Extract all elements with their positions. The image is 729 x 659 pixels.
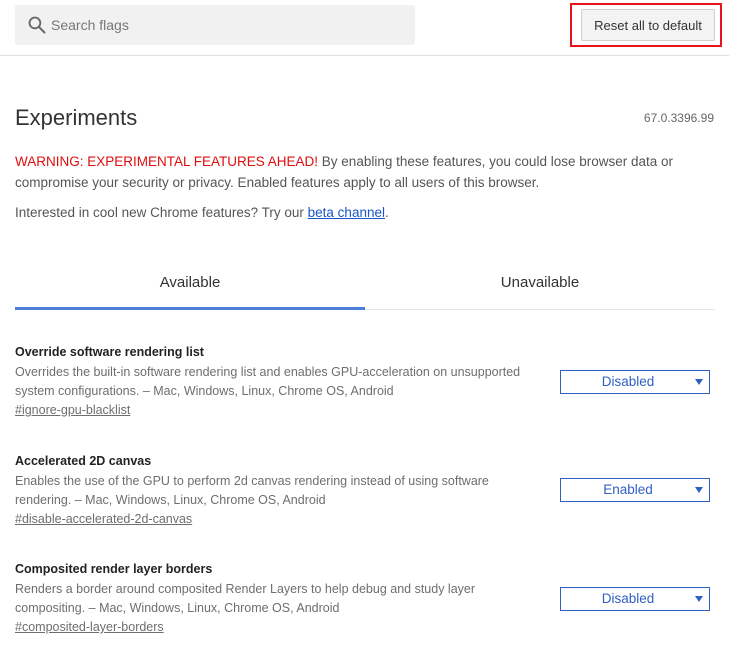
flag-state-value: Disabled xyxy=(601,374,655,389)
reset-all-button[interactable]: Reset all to default xyxy=(581,9,715,41)
flag-permalink[interactable]: #ignore-gpu-blacklist xyxy=(15,401,130,419)
flag-name: Override software rendering list xyxy=(15,345,204,359)
beta-channel-note: Interested in cool new Chrome features? … xyxy=(15,203,389,223)
flag-state-select[interactable]: Disabled xyxy=(560,370,710,394)
flag-description: Renders a border around composited Rende… xyxy=(15,582,476,615)
tab-unavailable-label: Unavailable xyxy=(500,274,580,291)
flag-name: Accelerated 2D canvas xyxy=(15,454,152,468)
tab-available[interactable]: Available xyxy=(15,262,365,310)
flag-description: Enables the use of the GPU to perform 2d… xyxy=(15,474,489,507)
chevron-down-icon xyxy=(695,487,703,493)
flag-item: Composited render layer borders Renders … xyxy=(15,560,715,636)
flag-state-select[interactable]: Enabled xyxy=(560,478,710,502)
flag-description: Overrides the built-in software renderin… xyxy=(15,365,521,398)
header-bar: Reset all to default xyxy=(0,0,729,56)
version-label: 67.0.3396.99 xyxy=(643,111,714,125)
chevron-down-icon xyxy=(695,379,703,385)
flag-item: Override software rendering list Overrid… xyxy=(15,343,715,419)
beta-note-text: Interested in cool new Chrome features? … xyxy=(15,205,308,220)
flag-item: Accelerated 2D canvas Enables the use of… xyxy=(15,452,715,528)
warning-text: WARNING: EXPERIMENTAL FEATURES AHEAD! By… xyxy=(15,151,715,193)
flag-name: Composited render layer borders xyxy=(15,562,213,576)
flag-state-select[interactable]: Disabled xyxy=(560,587,710,611)
flag-permalink[interactable]: #composited-layer-borders xyxy=(15,618,164,636)
search-icon xyxy=(28,16,46,34)
active-tab-indicator xyxy=(15,307,365,310)
tab-bar: Available Unavailable xyxy=(15,262,715,310)
flag-permalink[interactable]: #disable-accelerated-2d-canvas xyxy=(15,510,192,528)
page-title: Experiments xyxy=(15,105,138,130)
search-input[interactable] xyxy=(51,5,401,45)
beta-note-suffix: . xyxy=(384,205,389,220)
search-box[interactable] xyxy=(15,5,415,45)
tab-available-label: Available xyxy=(159,274,221,291)
tab-unavailable[interactable]: Unavailable xyxy=(365,262,715,308)
flag-state-value: Enabled xyxy=(603,482,653,497)
flag-state-value: Disabled xyxy=(601,591,655,606)
warning-heading: WARNING: EXPERIMENTAL FEATURES AHEAD! xyxy=(15,154,319,169)
beta-channel-link[interactable]: beta channel xyxy=(308,205,385,220)
chevron-down-icon xyxy=(695,596,703,602)
